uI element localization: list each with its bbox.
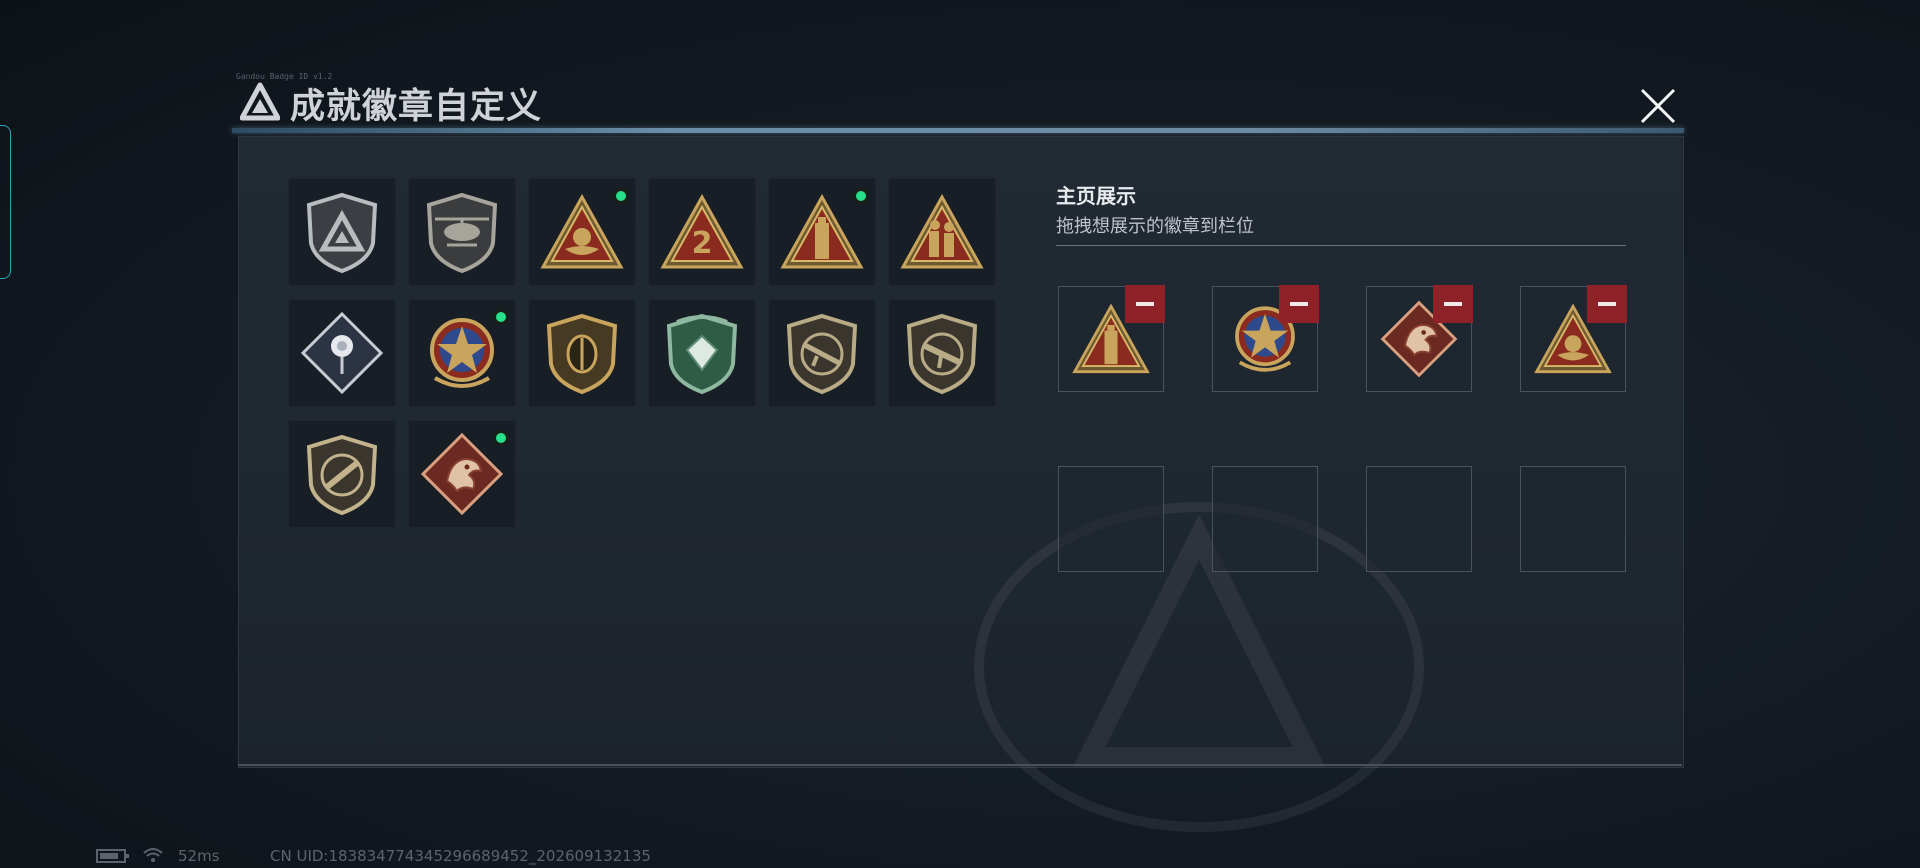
smg-shield-icon bbox=[906, 313, 978, 395]
display-slot-empty[interactable] bbox=[1212, 466, 1318, 572]
display-divider bbox=[1056, 245, 1626, 246]
rifle-shield-icon bbox=[786, 313, 858, 395]
badge-cell[interactable]: 2 bbox=[648, 178, 756, 286]
header-divider bbox=[232, 128, 1684, 133]
display-slot-filled[interactable] bbox=[1212, 285, 1319, 392]
display-title: 主页展示 bbox=[1056, 184, 1136, 208]
display-slot-empty[interactable] bbox=[1366, 466, 1472, 572]
silver-diamond-rose-icon bbox=[300, 311, 384, 395]
badge-cell[interactable] bbox=[768, 178, 876, 286]
remove-badge-button[interactable] bbox=[1279, 285, 1319, 323]
knife-shield-icon bbox=[306, 434, 378, 516]
watermark-logo-icon bbox=[974, 502, 1424, 832]
battery-icon bbox=[96, 848, 130, 868]
badge-cell[interactable] bbox=[288, 420, 396, 528]
ping-text: 52ms bbox=[178, 847, 220, 865]
gold-crest-shield-icon bbox=[546, 313, 618, 395]
remove-badge-button[interactable] bbox=[1433, 285, 1473, 323]
badge-cell[interactable] bbox=[768, 299, 876, 407]
green-diamond-shield-icon bbox=[666, 313, 738, 395]
svg-text:2: 2 bbox=[692, 226, 713, 261]
badge-cell[interactable] bbox=[528, 178, 636, 286]
badge-cell[interactable] bbox=[888, 178, 996, 286]
badge-cell[interactable] bbox=[648, 299, 756, 407]
new-indicator-dot bbox=[613, 188, 629, 204]
badge-cell[interactable] bbox=[408, 299, 516, 407]
badge-cell[interactable] bbox=[408, 178, 516, 286]
new-indicator-dot bbox=[493, 309, 509, 325]
display-slot-filled[interactable] bbox=[1058, 285, 1165, 392]
silver-triangle-shield-icon bbox=[306, 192, 378, 274]
gold-triangle-soldiers-icon bbox=[900, 193, 984, 269]
panel-bottom-border bbox=[238, 764, 1682, 766]
wifi-icon bbox=[142, 846, 164, 868]
delta-logo-icon bbox=[240, 82, 280, 121]
uid-text: CN UID:18383477434529668945​2_2026091321… bbox=[270, 847, 651, 865]
new-indicator-dot bbox=[493, 430, 509, 446]
badge-cell[interactable] bbox=[288, 178, 396, 286]
badge-cell[interactable] bbox=[288, 299, 396, 407]
display-slot-empty[interactable] bbox=[1058, 466, 1164, 572]
helicopter-shield-icon bbox=[426, 192, 498, 274]
close-icon[interactable] bbox=[1636, 84, 1680, 128]
remove-badge-button[interactable] bbox=[1587, 285, 1627, 323]
gold-triangle-number-2-icon: 2 bbox=[660, 193, 744, 269]
badge-cell[interactable] bbox=[528, 299, 636, 407]
display-slot-empty[interactable] bbox=[1520, 466, 1626, 572]
badge-cell[interactable] bbox=[888, 299, 996, 407]
badge-cell[interactable] bbox=[408, 420, 516, 528]
side-tab[interactable] bbox=[0, 125, 11, 279]
remove-badge-button[interactable] bbox=[1125, 285, 1165, 323]
dialog-header: Gandou Badge ID v1.2 成就徽章自定义 bbox=[232, 72, 1684, 136]
display-slot-filled[interactable] bbox=[1366, 285, 1473, 392]
new-indicator-dot bbox=[853, 188, 869, 204]
display-slot-filled[interactable] bbox=[1520, 285, 1627, 392]
display-subtitle: 拖拽想展示的徽章到栏位 bbox=[1056, 216, 1254, 237]
dialog-title: 成就徽章自定义 bbox=[290, 87, 543, 127]
